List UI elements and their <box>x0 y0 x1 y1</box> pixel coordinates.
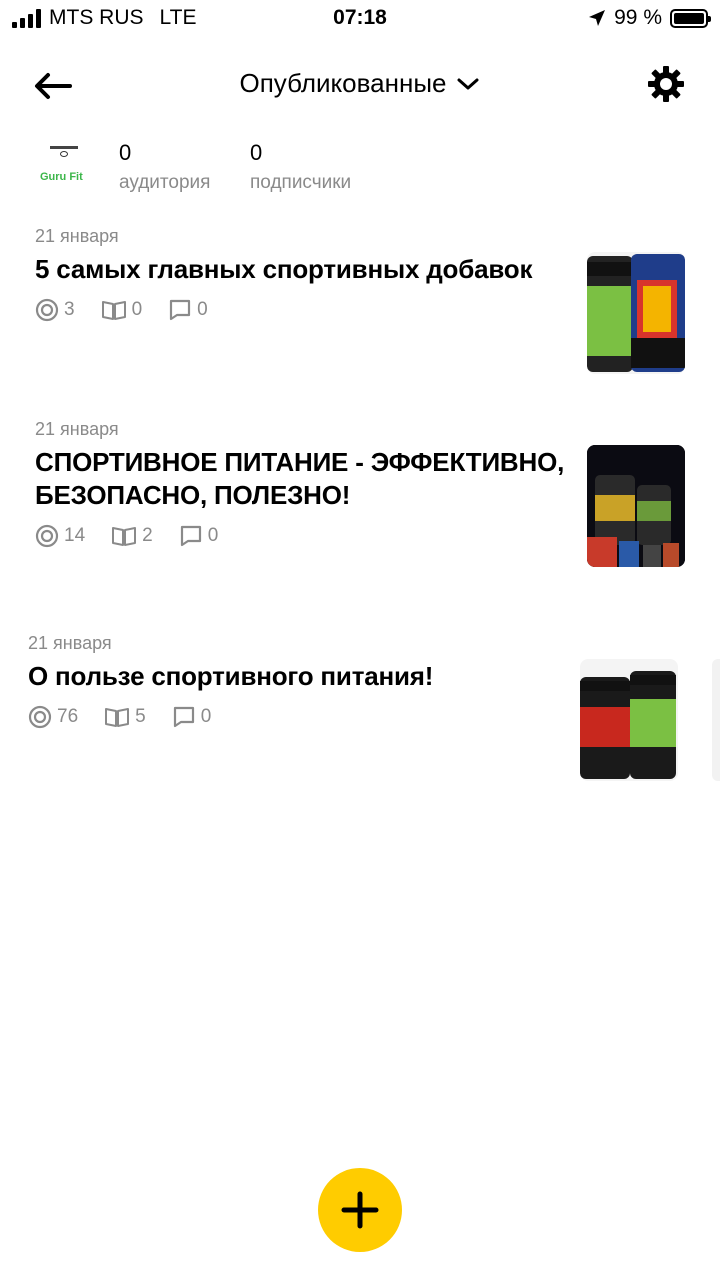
views-count: 76 <box>57 706 79 727</box>
next-item-edge <box>712 659 720 781</box>
book-icon <box>101 301 126 320</box>
article-thumbnail[interactable] <box>587 445 685 567</box>
subscribers-value: 0 <box>250 140 263 165</box>
settings-button[interactable] <box>646 64 686 104</box>
article-stats: 14 2 0 <box>35 524 565 548</box>
views-stat: 14 <box>35 524 85 548</box>
reads-stat: 2 <box>111 525 153 547</box>
reads-count: 5 <box>135 706 146 727</box>
article-thumbnail[interactable] <box>580 659 678 781</box>
subscribers-label: подписчики <box>250 172 352 193</box>
top-bar: Опубликованные <box>0 50 720 120</box>
book-icon <box>105 708 130 727</box>
comments-stat: 0 <box>172 706 212 728</box>
comment-icon <box>170 299 191 321</box>
reads-count: 2 <box>142 525 153 546</box>
avatar[interactable]: Guru Fit <box>34 140 94 192</box>
audience-stat: 0 аудитория <box>119 140 210 194</box>
article-card[interactable]: 21 января СПОРТИВНОЕ ПИТАНИЕ - ЭФФЕКТИВН… <box>35 419 565 548</box>
reads-stat: 0 <box>101 299 143 321</box>
section-selector[interactable]: Опубликованные <box>0 68 720 99</box>
article-title[interactable]: 5 самых главных спортивных добавок <box>35 253 565 286</box>
comments-stat: 0 <box>168 299 208 321</box>
location-arrow-icon <box>589 10 606 26</box>
article-title[interactable]: О пользе спортивного питания! <box>28 660 558 693</box>
views-stat: 76 <box>28 705 78 729</box>
article-card[interactable]: 21 января О пользе спортивного питания! … <box>28 633 558 729</box>
plus-icon <box>341 1191 379 1229</box>
reads-count: 0 <box>131 299 143 320</box>
eye-icon <box>35 524 59 548</box>
comments-count: 0 <box>197 299 208 320</box>
comment-icon <box>180 525 201 547</box>
chevron-down-icon <box>457 78 479 89</box>
views-count: 14 <box>64 525 86 546</box>
article-title[interactable]: СПОРТИВНОЕ ПИТАНИЕ - ЭФФЕКТИВНО, БЕЗОПАС… <box>35 446 565 512</box>
audience-value: 0 <box>119 140 132 165</box>
comment-icon <box>173 706 194 728</box>
article-thumbnail[interactable] <box>587 252 685 374</box>
article-date: 21 января <box>35 419 119 439</box>
article-date: 21 января <box>35 226 119 246</box>
profile-stats: Guru Fit 0 аудитория 0 подписчики <box>34 140 694 200</box>
audience-label: аудитория <box>119 172 211 193</box>
reads-stat: 5 <box>104 706 146 728</box>
battery-icon <box>670 8 711 28</box>
subscribers-stat: 0 подписчики <box>250 140 351 194</box>
eye-icon <box>35 298 59 322</box>
supplement-image <box>587 445 685 567</box>
comments-count: 0 <box>200 706 212 727</box>
views-count: 3 <box>64 299 75 320</box>
page-title: Опубликованные <box>239 68 447 98</box>
article-stats: 76 5 0 <box>28 705 558 729</box>
article-stats: 3 0 0 <box>35 298 565 322</box>
status-right: 99 % <box>588 6 711 30</box>
eye-icon <box>28 705 52 729</box>
add-article-button[interactable] <box>318 1168 402 1252</box>
battery-label: 99 % <box>614 6 662 29</box>
status-bar: MTS RUS LTE 07:18 99 % <box>0 0 720 40</box>
article-date: 21 января <box>28 633 112 653</box>
avatar-brand: Guru Fit <box>40 171 83 183</box>
comments-stat: 0 <box>179 525 219 547</box>
views-stat: 3 <box>35 298 75 322</box>
supplement-image <box>587 254 685 372</box>
comments-count: 0 <box>207 525 219 546</box>
supplement-image <box>580 671 676 779</box>
article-card[interactable]: 21 января 5 самых главных спортивных доб… <box>35 226 565 322</box>
gear-icon <box>648 66 684 102</box>
book-icon <box>112 527 137 546</box>
